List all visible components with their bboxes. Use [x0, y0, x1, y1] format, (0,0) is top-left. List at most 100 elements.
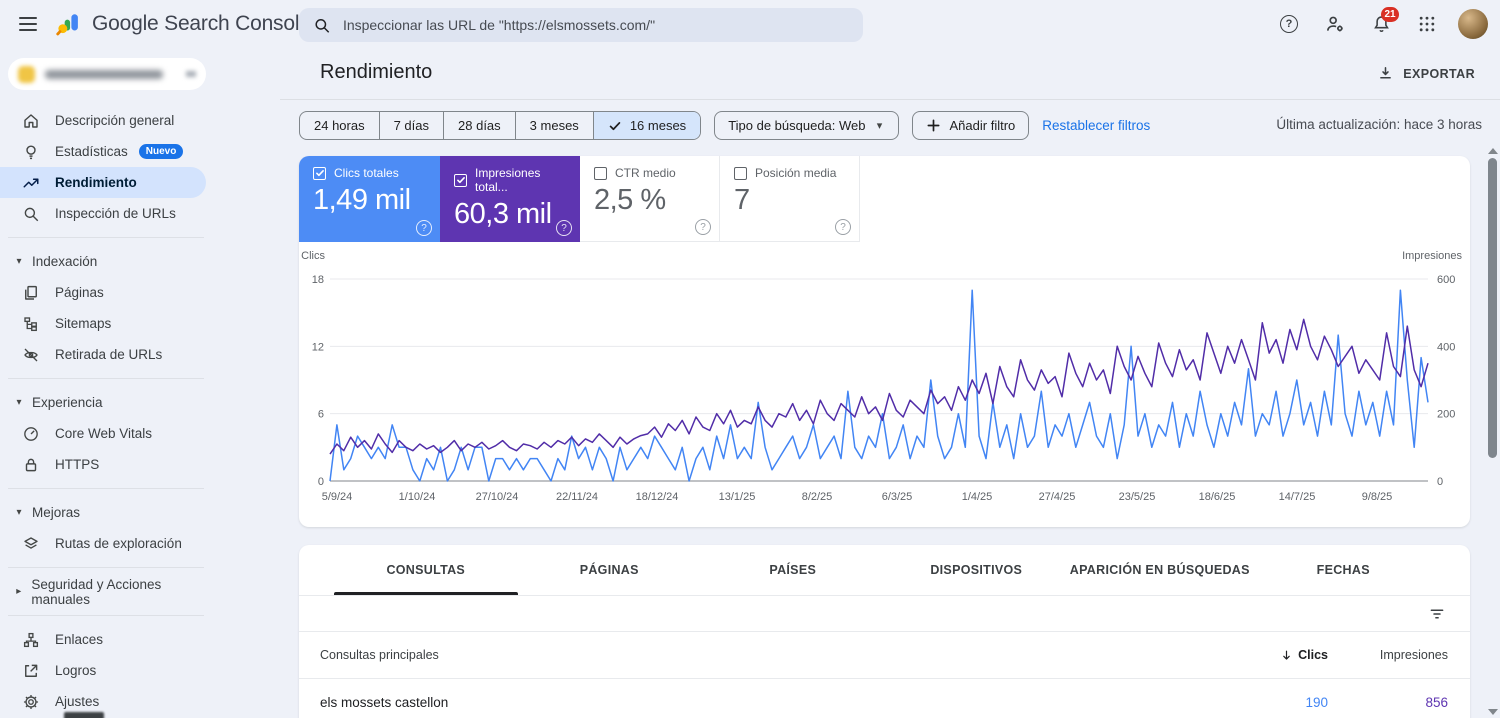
url-inspection-search[interactable] [299, 8, 863, 42]
svg-text:18: 18 [312, 274, 324, 286]
app-title: Google Search Console [92, 12, 311, 36]
user-settings-button[interactable] [1316, 5, 1354, 43]
sidebar-item-insights[interactable]: Estadísticas Nuevo [0, 136, 212, 167]
chevron-down-icon: ▾ [875, 119, 885, 132]
metric-total-impressions[interactable]: Impresiones total... 60,3 mil ? [440, 156, 580, 242]
check-icon [608, 119, 622, 133]
sidebar-item-removals[interactable]: Retirada de URLs [0, 339, 212, 370]
last-update-text: Última actualización: hace 3 horas [1276, 117, 1482, 132]
sidebar-item-achievements[interactable]: Logros [0, 655, 212, 686]
property-selector[interactable] [8, 58, 206, 90]
property-caret-icon [186, 71, 196, 77]
search-icon [313, 16, 331, 35]
chip-16-meses[interactable]: 16 meses [593, 112, 700, 139]
lightbulb-icon [22, 143, 40, 161]
metric-value: 2,5 % [594, 184, 707, 217]
menu-icon[interactable] [8, 4, 48, 44]
reset-filters-link[interactable]: Restablecer filtros [1042, 118, 1150, 133]
external-link-icon [22, 662, 40, 680]
sidebar-item-overview[interactable]: Descripción general [0, 105, 212, 136]
chip-7-dias[interactable]: 7 días [379, 112, 443, 139]
svg-text:18/12/24: 18/12/24 [636, 491, 679, 503]
magnifier-icon [22, 205, 40, 223]
account-avatar[interactable] [1454, 5, 1492, 43]
clicks-cell[interactable]: 190 [1208, 695, 1328, 710]
sidebar-item-label: Retirada de URLs [55, 347, 162, 362]
metric-label: Clics totales [334, 166, 399, 180]
notifications-button[interactable]: 21 [1362, 5, 1400, 43]
sidebar-section-indexing[interactable]: ▾ Indexación [0, 246, 212, 277]
metric-average-position[interactable]: Posición media 7 ? [720, 156, 860, 242]
help-button[interactable]: ? [1270, 5, 1308, 43]
performance-trend-icon [22, 174, 40, 192]
metric-total-clicks[interactable]: Clics totales 1,49 mil ? [299, 156, 440, 242]
export-button[interactable]: EXPORTAR [1377, 65, 1475, 82]
sidebar-item-sitemaps[interactable]: Sitemaps [0, 308, 212, 339]
chip-28-dias[interactable]: 28 días [443, 112, 515, 139]
column-header-clicks[interactable]: Clics [1208, 648, 1328, 662]
scrollbar-up-arrow-icon[interactable] [1488, 148, 1498, 154]
sidebar-item-url-inspection[interactable]: Inspección de URLs [0, 198, 212, 229]
metric-label: Posición media [755, 166, 836, 180]
dimensions-table-card: CONSULTAS PÁGINAS PAÍSES DISPOSITIVOS AP… [299, 545, 1470, 718]
sidebar-item-breadcrumbs[interactable]: Rutas de exploración [0, 528, 212, 559]
page-title: Rendimiento [320, 61, 432, 84]
sidebar-item-settings[interactable]: Ajustes [0, 686, 212, 717]
search-type-chip[interactable]: Tipo de búsqueda: Web ▾ [714, 111, 898, 140]
eye-off-icon [22, 346, 40, 364]
sidebar-item-core-web-vitals[interactable]: Core Web Vitals [0, 418, 212, 449]
add-filter-chip[interactable]: Añadir filtro [912, 111, 1030, 140]
lock-icon [22, 456, 40, 474]
table-row[interactable]: els mossets castellon 190 856 [299, 679, 1470, 718]
column-header-impressions[interactable]: Impresiones [1328, 648, 1448, 662]
download-icon [1377, 65, 1394, 82]
checkbox-unchecked-icon[interactable] [594, 167, 607, 180]
feedback-icon-partial[interactable] [64, 712, 104, 718]
sidebar-section-experience[interactable]: ▾ Experiencia [0, 387, 212, 418]
apps-button[interactable] [1408, 5, 1446, 43]
sidebar-item-links[interactable]: Enlaces [0, 624, 212, 655]
export-label: EXPORTAR [1403, 67, 1475, 81]
checkbox-checked-icon[interactable] [454, 174, 467, 187]
chevron-down-icon: ▾ [14, 397, 24, 408]
svg-text:8/2/25: 8/2/25 [802, 491, 833, 503]
metric-label: CTR medio [615, 166, 676, 180]
search-input[interactable] [343, 17, 849, 33]
divider [8, 615, 204, 616]
tab-consultas[interactable]: CONSULTAS [334, 545, 518, 595]
checkbox-checked-icon[interactable] [313, 167, 326, 180]
query-cell: els mossets castellon [320, 695, 1208, 710]
column-header-queries[interactable]: Consultas principales [320, 648, 1208, 662]
sidebar-item-label: Rutas de exploración [55, 536, 182, 551]
tab-fechas[interactable]: FECHAS [1252, 545, 1436, 595]
sidebar-item-https[interactable]: HTTPS [0, 449, 212, 480]
sidebar-item-pages[interactable]: Páginas [0, 277, 212, 308]
app-logo[interactable]: Google Search Console [56, 11, 311, 37]
scrollbar-thumb[interactable] [1488, 158, 1497, 458]
scrollbar-down-arrow-icon[interactable] [1488, 709, 1498, 715]
help-icon[interactable]: ? [695, 219, 711, 235]
scrollbar[interactable] [1485, 145, 1499, 718]
tab-aparicion[interactable]: APARICIÓN EN BÚSQUEDAS [1068, 545, 1252, 595]
tab-dispositivos[interactable]: DISPOSITIVOS [885, 545, 1069, 595]
links-tree-icon [22, 631, 40, 649]
metric-average-ctr[interactable]: CTR medio 2,5 % ? [580, 156, 720, 242]
impressions-cell[interactable]: 856 [1328, 695, 1448, 710]
help-icon[interactable]: ? [416, 220, 432, 236]
tab-paises[interactable]: PAÍSES [701, 545, 885, 595]
chip-3-meses[interactable]: 3 meses [515, 112, 593, 139]
sidebar-section-security[interactable]: ▸ Seguridad y Acciones manuales [0, 576, 212, 607]
filter-funnel-icon[interactable] [1428, 605, 1446, 623]
help-icon[interactable]: ? [835, 219, 851, 235]
help-icon[interactable]: ? [556, 220, 572, 236]
sidebar-item-performance[interactable]: Rendimiento [0, 167, 206, 198]
checkbox-unchecked-icon[interactable] [734, 167, 747, 180]
svg-text:200: 200 [1437, 409, 1455, 421]
tab-paginas[interactable]: PÁGINAS [518, 545, 702, 595]
main-content: Rendimiento EXPORTAR 24 horas 7 días 28 … [212, 48, 1500, 718]
sidebar-section-enhancements[interactable]: ▾ Mejoras [0, 497, 212, 528]
sidebar-item-label: Inspección de URLs [55, 206, 176, 221]
apps-grid-icon [1417, 14, 1437, 34]
sidebar-item-label: Estadísticas [55, 144, 128, 159]
chip-24-horas[interactable]: 24 horas [300, 112, 379, 139]
